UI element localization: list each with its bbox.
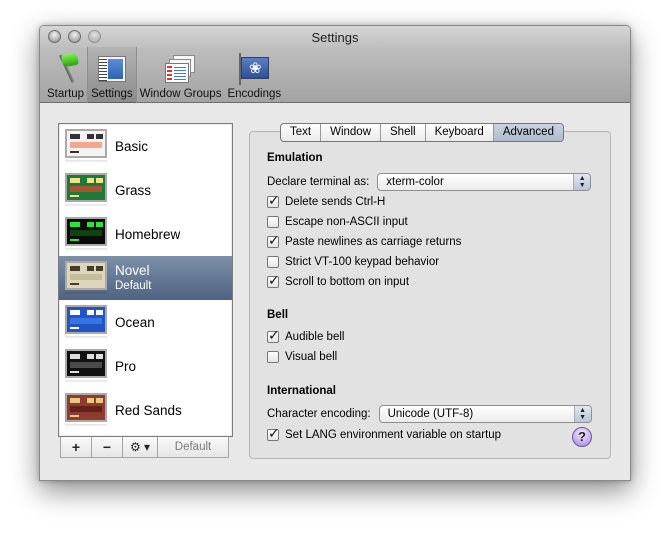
profile-thumbnail <box>65 349 107 383</box>
checkbox-icon[interactable] <box>267 256 279 268</box>
checkbox-label: Strict VT-100 keypad behavior <box>285 256 440 268</box>
profile-item-basic[interactable]: Basic <box>59 124 232 168</box>
character-encoding-value: Unicode (UTF-8) <box>387 408 474 420</box>
emulation-heading: Emulation <box>267 152 323 164</box>
checkbox-label: Audible bell <box>285 331 345 343</box>
startup-flag-icon <box>50 52 82 85</box>
toolbar-label: Window Groups <box>139 88 222 100</box>
profile-name: Novel <box>115 263 150 278</box>
profile-item-ocean[interactable]: Ocean <box>59 300 232 344</box>
declare-terminal-value: xterm-color <box>386 176 444 188</box>
settings-icon <box>96 53 128 85</box>
add-profile-button[interactable]: + <box>61 437 92 457</box>
profile-item-grass[interactable]: Grass <box>59 168 232 212</box>
escape-non-ascii-checkbox[interactable]: Escape non-ASCII input <box>267 216 408 228</box>
toolbar-label: Encodings <box>227 88 282 100</box>
set-default-button[interactable]: Default <box>158 437 228 457</box>
toolbar-item-encodings[interactable]: ❀ Encodings <box>224 47 284 103</box>
set-lang-checkbox[interactable]: Set LANG environment variable on startup <box>267 425 502 442</box>
international-heading: International <box>267 385 337 397</box>
bell-heading: Bell <box>267 309 289 321</box>
profile-default-label: Default <box>115 280 152 292</box>
audible-bell-checkbox[interactable]: Audible bell <box>267 327 345 344</box>
scroll-to-bottom-checkbox[interactable]: Scroll to bottom on input <box>267 272 410 289</box>
toolbar-label: Startup <box>47 88 85 100</box>
profile-item-novel[interactable]: Novel Default <box>59 256 232 300</box>
toolbar-item-startup[interactable]: Startup <box>44 47 87 103</box>
profile-thumbnail <box>65 217 107 251</box>
checkbox-label: Set LANG environment variable on startup <box>285 429 502 441</box>
delete-sends-ctrl-h-checkbox[interactable]: Delete sends Ctrl-H <box>267 192 386 209</box>
profile-thumbnail <box>65 393 107 427</box>
profile-name: Ocean <box>115 314 155 330</box>
strict-vt100-checkbox[interactable]: Strict VT-100 keypad behavior <box>267 256 439 268</box>
toolbar-item-settings[interactable]: Settings <box>87 47 137 103</box>
encodings-icon: ❀ <box>238 53 270 85</box>
profile-list[interactable]: Basic Grass Homebrew Novel Default Ocean Pro Re… <box>58 123 233 437</box>
checkbox-label: Delete sends Ctrl-H <box>285 196 386 208</box>
profile-name: Grass <box>115 182 152 198</box>
checkbox-icon[interactable] <box>267 272 280 289</box>
tab-window[interactable]: Window <box>321 124 381 141</box>
profile-item-pro[interactable]: Pro <box>59 344 232 388</box>
checkbox-icon[interactable] <box>267 232 280 249</box>
profile-thumbnail <box>65 129 107 163</box>
profile-thumbnail <box>65 305 107 339</box>
profile-thumbnail <box>65 173 107 207</box>
checkbox-icon[interactable] <box>267 216 279 228</box>
profile-item-homebrew[interactable]: Homebrew <box>59 212 232 256</box>
title-bar: Settings Startup Settings Window Groups … <box>40 26 630 103</box>
checkbox-icon[interactable] <box>267 425 280 442</box>
checkbox-icon[interactable] <box>267 351 279 363</box>
tab-shell[interactable]: Shell <box>381 124 426 141</box>
checkbox-icon[interactable] <box>267 327 280 344</box>
profile-item-red-sands[interactable]: Red Sands <box>59 388 232 432</box>
settings-window: Settings Startup Settings Window Groups … <box>39 25 631 481</box>
help-button[interactable]: ? <box>572 427 592 447</box>
declare-terminal-select[interactable]: xterm-color ▲ ▼ <box>377 173 592 191</box>
gear-menu-button[interactable]: ⚙ ▾ <box>123 437 158 457</box>
checkbox-label: Visual bell <box>285 351 338 363</box>
checkbox-icon[interactable] <box>267 192 280 209</box>
window-groups-icon <box>164 53 197 85</box>
declare-terminal-label: Declare terminal as: <box>267 176 370 188</box>
toolbar-label: Settings <box>91 88 133 100</box>
profile-thumbnail <box>65 261 107 295</box>
profile-name: Homebrew <box>115 226 181 242</box>
window-title: Settings <box>311 30 359 45</box>
popup-arrows-icon: ▲ ▼ <box>573 174 591 190</box>
profile-name: Pro <box>115 358 137 374</box>
tab-text[interactable]: Text <box>281 124 322 141</box>
remove-profile-button[interactable]: − <box>92 437 123 457</box>
settings-tabs: Text Window Shell Keyboard Advanced <box>280 123 564 142</box>
profile-name: Basic <box>115 138 149 154</box>
visual-bell-checkbox[interactable]: Visual bell <box>267 351 337 363</box>
character-encoding-select[interactable]: Unicode (UTF-8) ▲ ▼ <box>378 405 592 423</box>
toolbar-item-window-groups[interactable]: Window Groups <box>137 47 225 103</box>
popup-arrows-icon: ▲ ▼ <box>573 406 591 422</box>
tab-keyboard[interactable]: Keyboard <box>426 124 494 141</box>
profile-name: Red Sands <box>115 402 182 418</box>
paste-newlines-checkbox[interactable]: Paste newlines as carriage returns <box>267 232 462 249</box>
settings-content: Basic Grass Homebrew Novel Default Ocean Pro Re… <box>40 104 630 480</box>
character-encoding-label: Character encoding: <box>267 408 371 420</box>
checkbox-label: Escape non-ASCII input <box>285 216 408 228</box>
profile-list-controls: + − ⚙ ▾ Default <box>60 437 229 458</box>
tab-advanced[interactable]: Advanced <box>493 124 563 141</box>
preferences-toolbar: Startup Settings Window Groups ❀ Encodin… <box>44 47 284 103</box>
checkbox-label: Scroll to bottom on input <box>285 276 410 288</box>
checkbox-label: Paste newlines as carriage returns <box>285 236 462 248</box>
